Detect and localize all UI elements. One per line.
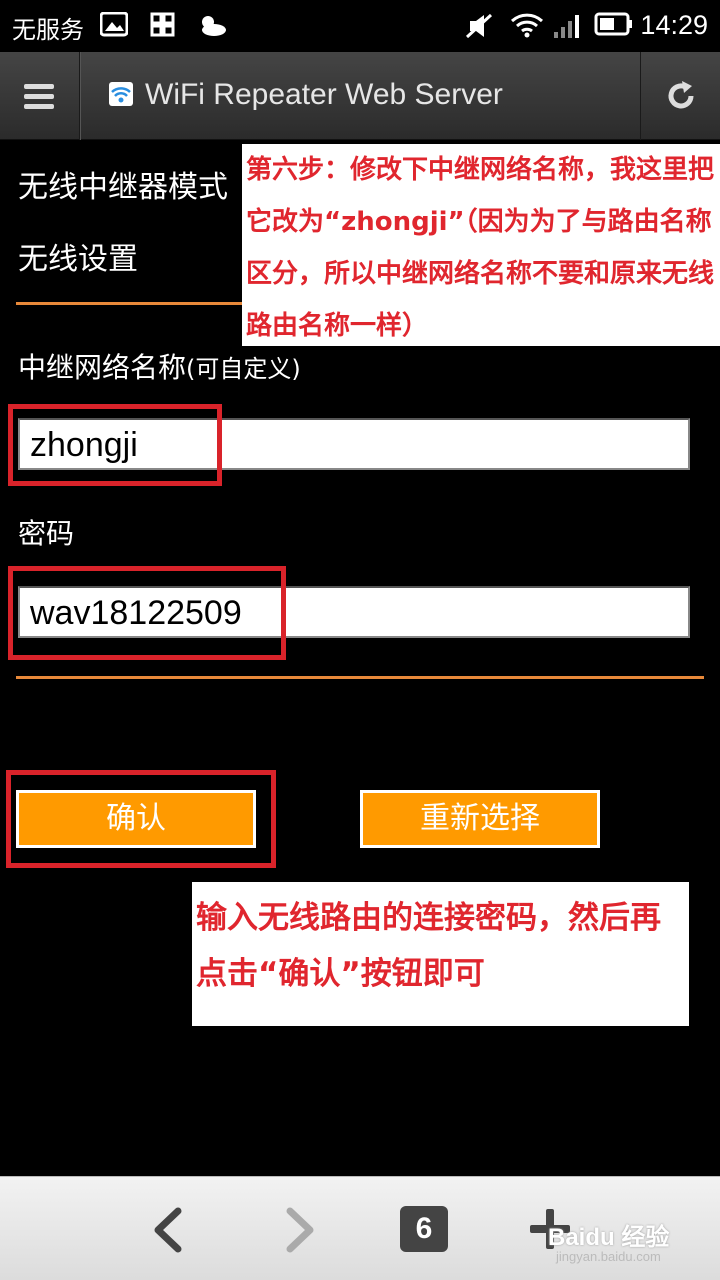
menu-icon [24,84,54,89]
ssid-label: 中继网络名称(可自定义) [18,346,301,386]
menu-icon-bar [24,94,54,99]
status-bar: 无服务 14:29 [0,0,720,52]
menu-icon-bar [24,104,54,109]
step6-annotation: 第六步：修改下中继网络名称，我这里把它改为“zhongji”（因为为了与路由名称… [242,144,720,346]
tabs-button[interactable]: 6 [400,1206,448,1252]
apps-icon [150,12,175,37]
browser-bottom-bar: 6 Baidu 经验 jingyan.baidu.com [0,1176,720,1280]
battery-icon [594,12,632,36]
highlight-password [8,566,286,660]
baidu-watermark: Baidu 经验 [548,1224,670,1251]
mode-title: 无线中继器模式 [18,170,228,205]
wifi-favicon [109,82,133,106]
refresh-icon [668,81,694,109]
highlight-confirm [6,770,276,868]
gallery-icon [100,12,128,37]
form-divider [16,676,704,679]
browser-toolbar: WiFi Repeater Web Server [0,52,720,140]
wifi-icon [510,13,544,38]
reselect-button[interactable]: 重新选择 [360,790,600,848]
refresh-button[interactable] [640,52,720,140]
forward-arrow-icon [286,1207,314,1253]
carrier-text: 无服务 [12,16,84,44]
ssid-label-hint: (可自定义) [186,355,301,383]
signal-icon [554,15,579,38]
back-arrow-icon [154,1207,182,1253]
ssid-label-text: 中继网络名称 [18,351,187,384]
page-title: WiFi Repeater Web Server [145,78,503,111]
back-button[interactable] [130,1177,210,1280]
mute-icon [465,13,493,39]
baidu-watermark-url: jingyan.baidu.com [556,1249,661,1264]
menu-button[interactable] [0,52,80,140]
settings-title: 无线设置 [18,242,138,277]
highlight-ssid [8,404,222,486]
weather-icon [202,16,226,36]
password-label: 密码 [18,517,75,550]
clock: 14:29 [640,10,708,40]
forward-button[interactable] [262,1177,342,1280]
confirm-tip-annotation: 输入无线路由的连接密码，然后再点击“确认”按钮即可 [192,882,689,1026]
address-bar[interactable]: WiFi Repeater Web Server [80,52,640,140]
